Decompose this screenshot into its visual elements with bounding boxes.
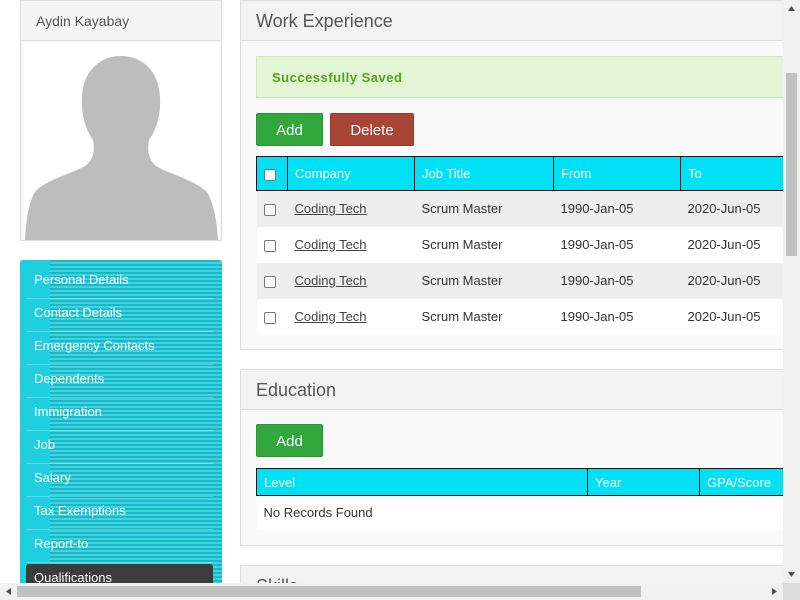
company-link[interactable]: Coding Tech — [295, 201, 367, 216]
row-checkbox[interactable] — [263, 275, 276, 288]
job-title-cell: Scrum Master — [414, 226, 554, 263]
success-alert: Successfully Saved — [256, 56, 783, 98]
row-checkbox[interactable] — [263, 311, 276, 324]
from-date-cell: 1990-Jan-05 — [553, 298, 681, 335]
table-row: Coding Tech Scrum Master 1990-Jan-05 202… — [256, 190, 783, 227]
work-experience-table: Company Job Title From To Coding Tech Sc… — [256, 156, 783, 335]
table-row: Coding Tech Scrum Master 1990-Jan-05 202… — [256, 226, 783, 263]
select-all-cell — [256, 156, 288, 191]
education-title: Education — [241, 370, 783, 410]
job-title-cell: Scrum Master — [414, 298, 554, 335]
scroll-right-arrow-icon[interactable] — [766, 583, 783, 600]
sidebar-item-emergency-contacts[interactable]: Emergency Contacts — [26, 332, 213, 365]
row-checkbox[interactable] — [263, 239, 276, 252]
education-add-button[interactable]: Add — [256, 424, 323, 457]
to-date-cell: 2020-Jun-05 — [680, 298, 783, 335]
work-experience-panel: Work Experience Successfully Saved Add D… — [240, 0, 783, 350]
sidebar-item-personal-details[interactable]: Personal Details — [26, 266, 213, 299]
horizontal-scroll-thumb[interactable] — [17, 586, 641, 597]
from-date-cell: 1990-Jan-05 — [553, 226, 681, 263]
skills-panel: Skills — [240, 565, 783, 583]
sidebar-item-contact-details[interactable]: Contact Details — [26, 299, 213, 332]
profile-photo[interactable] — [23, 42, 220, 240]
work-experience-delete-button[interactable]: Delete — [330, 113, 414, 146]
skills-title: Skills — [241, 566, 783, 583]
column-header-to[interactable]: To — [680, 156, 783, 191]
sidebar-item-immigration[interactable]: Immigration — [26, 398, 213, 431]
job-title-cell: Scrum Master — [414, 190, 554, 227]
column-header-year[interactable]: Year — [587, 468, 700, 496]
sidebar-item-dependents[interactable]: Dependents — [26, 365, 213, 398]
vertical-scrollbar[interactable] — [783, 0, 800, 583]
education-table: Level Year GPA/Score No Records Found — [256, 468, 783, 530]
vertical-scroll-thumb[interactable] — [786, 73, 797, 256]
to-date-cell: 2020-Jun-05 — [680, 226, 783, 263]
from-date-cell: 1990-Jan-05 — [553, 262, 681, 299]
column-header-job-title[interactable]: Job Title — [414, 156, 554, 191]
to-date-cell: 2020-Jun-05 — [680, 262, 783, 299]
profile-card: Aydin Kayabay — [20, 0, 222, 241]
table-row: Coding Tech Scrum Master 1990-Jan-05 202… — [256, 298, 783, 335]
sidebar-item-report-to[interactable]: Report-to — [26, 530, 213, 563]
scroll-up-arrow-icon[interactable] — [783, 0, 800, 17]
to-date-cell: 2020-Jun-05 — [680, 190, 783, 227]
sidebar-item-qualifications[interactable]: Qualifications — [26, 564, 213, 583]
page-viewport: Aydin Kayabay Personal Details Contact D… — [0, 0, 783, 583]
job-title-cell: Scrum Master — [414, 262, 554, 299]
column-header-gpa-score[interactable]: GPA/Score — [699, 468, 783, 496]
table-row: Coding Tech Scrum Master 1990-Jan-05 202… — [256, 262, 783, 299]
company-link[interactable]: Coding Tech — [295, 237, 367, 252]
scroll-down-arrow-icon[interactable] — [783, 566, 800, 583]
column-header-company[interactable]: Company — [287, 156, 415, 191]
profile-name: Aydin Kayabay — [21, 1, 221, 41]
sidebar-menu: Personal Details Contact Details Emergen… — [20, 260, 222, 583]
column-header-level[interactable]: Level — [256, 468, 588, 496]
avatar-silhouette-icon — [23, 42, 220, 240]
no-records-message: No Records Found — [256, 495, 783, 530]
sidebar-item-job[interactable]: Job — [26, 431, 213, 464]
education-panel: Education Add Level Year GPA/Score No Re… — [240, 369, 783, 546]
sidebar-item-salary[interactable]: Salary — [26, 464, 213, 497]
table-header-row: Level Year GPA/Score — [256, 468, 783, 496]
sidebar-item-tax-exemptions[interactable]: Tax Exemptions — [26, 497, 213, 530]
column-header-from[interactable]: From — [553, 156, 681, 191]
horizontal-scrollbar[interactable] — [0, 583, 783, 600]
scrollbar-corner — [783, 583, 800, 600]
work-experience-add-button[interactable]: Add — [256, 113, 323, 146]
company-link[interactable]: Coding Tech — [295, 273, 367, 288]
from-date-cell: 1990-Jan-05 — [553, 190, 681, 227]
empty-row: No Records Found — [256, 495, 783, 530]
row-checkbox[interactable] — [263, 203, 276, 216]
table-header-row: Company Job Title From To — [256, 156, 783, 191]
company-link[interactable]: Coding Tech — [295, 309, 367, 324]
work-experience-title: Work Experience — [241, 1, 783, 41]
select-all-checkbox[interactable] — [264, 168, 276, 181]
scroll-left-arrow-icon[interactable] — [0, 583, 17, 600]
